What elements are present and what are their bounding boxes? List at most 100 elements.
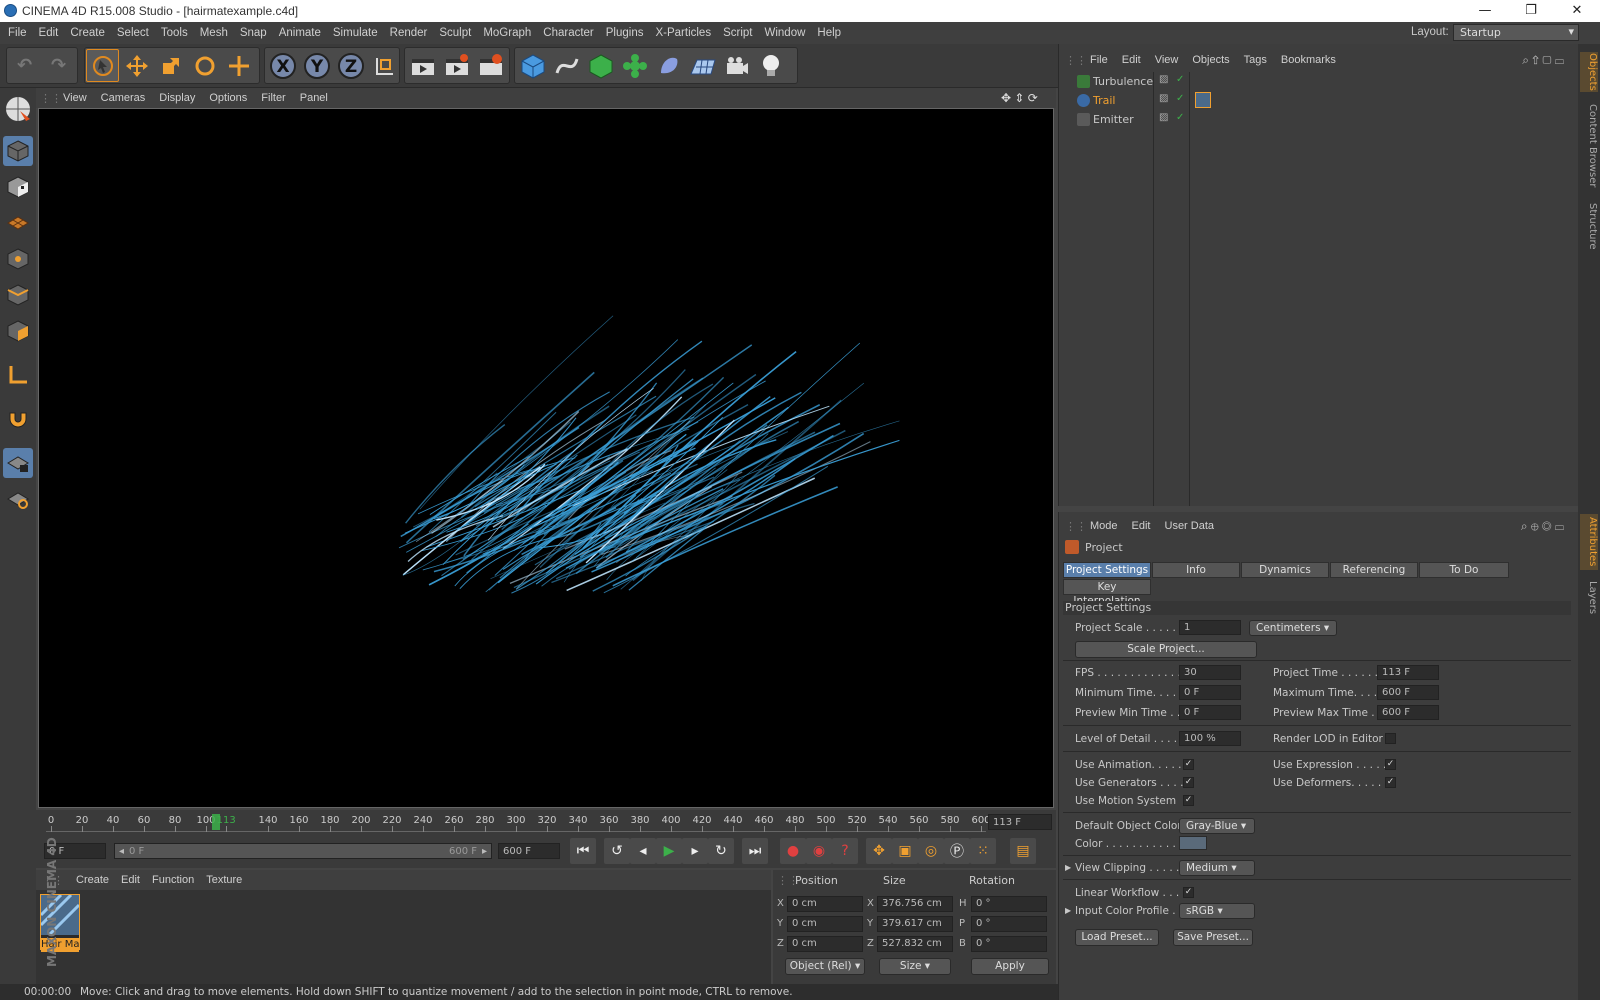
size-mode-select[interactable]: Size ▾ [879,958,951,975]
x-axis-toggle[interactable]: X [266,49,299,82]
coordinate-system-icon[interactable] [368,49,401,82]
size-x-field[interactable]: 376.756 cm [877,896,953,912]
render-view-icon[interactable] [406,49,439,82]
current-frame-field[interactable]: 113 F [988,814,1052,830]
camera-icon[interactable] [720,49,753,82]
texture-mode-icon[interactable] [3,172,33,202]
tab-layers[interactable]: Layers [1580,578,1598,618]
close-button[interactable]: ✕ [1554,0,1600,22]
object-menu-objects[interactable]: Objects [1185,54,1236,66]
key-pla-icon[interactable]: ⁙ [970,838,996,864]
minimize-button[interactable]: — [1462,0,1508,22]
enable-check[interactable]: ✓ [1176,74,1184,85]
material-menu-texture[interactable]: Texture [200,874,248,886]
object-row-turbulence[interactable]: Turbulence ▨ ✓ [1059,72,1579,91]
move-icon[interactable] [120,49,153,82]
coordinate-mode-select[interactable]: Object (Rel) ▾ [785,958,865,975]
timeline[interactable]: 0 20 40 60 80 100 113 140 160 180 200 220 240 260 280 3… [36,810,1056,834]
render-settings-icon[interactable] [474,49,507,82]
view-clipping-select[interactable]: Medium ▾ [1179,860,1255,876]
key-position-icon[interactable]: ✥ [866,838,892,864]
playhead[interactable] [212,814,221,830]
use-expression-checkbox[interactable]: ✓ [1385,759,1396,770]
make-editable-icon[interactable] [3,94,33,124]
autokeying-icon[interactable]: ◉ [806,838,832,864]
scale-project-button[interactable]: Scale Project... [1075,641,1257,658]
enable-check[interactable]: ✓ [1176,112,1184,123]
project-scale-field[interactable]: 1 [1179,620,1241,635]
menu-plugins[interactable]: Plugins [600,27,650,39]
attribute-menu-mode[interactable]: Mode [1083,520,1125,532]
position-x-field[interactable]: 0 cm [787,896,863,912]
menu-script[interactable]: Script [717,27,758,39]
project-time-field[interactable]: 113 F [1377,665,1439,680]
object-menu-file[interactable]: File [1083,54,1115,66]
tab-project-settings[interactable]: Project Settings [1063,562,1151,578]
next-frame-icon[interactable]: ▸ [682,838,708,864]
preview-max-time-field[interactable]: 600 F [1377,705,1439,720]
color-swatch[interactable] [1179,836,1207,850]
menu-simulate[interactable]: Simulate [327,27,384,39]
snap-magnet-icon[interactable] [3,404,33,434]
viewport-menu-cameras[interactable]: Cameras [94,92,153,104]
viewport-menu-options[interactable]: Options [202,92,254,104]
object-menu-bookmarks[interactable]: Bookmarks [1274,54,1343,66]
rotation-b-field[interactable]: 0 ° [971,936,1047,952]
save-preset-button[interactable]: Save Preset... [1173,929,1253,946]
workplane-mode-icon[interactable] [3,208,33,238]
menu-mograph[interactable]: MoGraph [477,27,537,39]
menu-help[interactable]: Help [811,27,847,39]
attribute-menu-edit[interactable]: Edit [1125,520,1158,532]
enable-check[interactable]: ✓ [1176,93,1184,104]
timeline-ruler[interactable]: 0 20 40 60 80 100 113 140 160 180 200 220 240 260 280 3… [46,812,991,832]
position-y-field[interactable]: 0 cm [787,916,863,932]
menu-render[interactable]: Render [384,27,434,39]
menu-mesh[interactable]: Mesh [194,27,234,39]
material-menu-function[interactable]: Function [146,874,200,886]
cube-icon[interactable] [516,49,549,82]
previous-frame-icon[interactable]: ◂ [630,838,656,864]
polygons-mode-icon[interactable] [3,316,33,346]
viewport-menu-view[interactable]: View [56,92,94,104]
default-object-color-select[interactable]: Gray-Blue ▾ [1179,818,1255,834]
menu-character[interactable]: Character [537,27,600,39]
load-preset-button[interactable]: Load Preset... [1075,929,1159,946]
viewport-menu-display[interactable]: Display [152,92,202,104]
menu-snap[interactable]: Snap [234,27,273,39]
live-selection-icon[interactable] [86,49,119,82]
menu-file[interactable]: File [2,27,33,39]
fps-field[interactable]: 30 [1179,665,1241,680]
menu-tools[interactable]: Tools [155,27,194,39]
object-menu-edit[interactable]: Edit [1115,54,1148,66]
generator-icon[interactable] [584,49,617,82]
material-menu-create[interactable]: Create [70,874,115,886]
tab-key-interpolation[interactable]: Key Interpolation [1063,579,1151,607]
tab-objects[interactable]: Objects [1580,52,1598,92]
viewport-menu-filter[interactable]: Filter [254,92,292,104]
use-motion-system-checkbox[interactable]: ✓ [1183,795,1194,806]
y-axis-toggle[interactable]: Y [300,49,333,82]
attribute-toolbar-icons[interactable]: ⌕ ⊕ ◎ ▭ [1514,519,1571,534]
input-color-profile-select[interactable]: sRGB ▾ [1179,903,1255,919]
redo-icon[interactable]: ↷ [42,49,75,82]
mograph-cloner-icon[interactable] [618,49,651,82]
menu-x-particles[interactable]: X-Particles [649,27,717,39]
visibility-toggle[interactable]: ▨ [1159,74,1168,85]
menu-edit[interactable]: Edit [33,27,65,39]
scale-icon[interactable] [154,49,187,82]
end-frame-field[interactable]: 600 F [498,843,560,859]
locked-workplane-icon[interactable] [3,448,33,478]
light-icon[interactable] [754,49,787,82]
go-to-end-icon[interactable]: ⏭ [742,838,768,864]
render-lod-checkbox[interactable] [1385,733,1396,744]
rotation-p-field[interactable]: 0 ° [971,916,1047,932]
maximum-time-field[interactable]: 600 F [1377,685,1439,700]
edges-mode-icon[interactable] [3,280,33,310]
expand-arrow-icon[interactable]: ▶ [1065,906,1071,915]
points-mode-icon[interactable] [3,244,33,274]
object-row-trail[interactable]: Trail ▨ ✓ [1059,91,1579,110]
play-icon[interactable]: ▶ [656,838,682,864]
layout-select[interactable]: Startup ▾ [1453,24,1579,41]
next-key-icon[interactable]: ↻ [708,838,734,864]
material-tag-icon[interactable] [1195,92,1211,108]
